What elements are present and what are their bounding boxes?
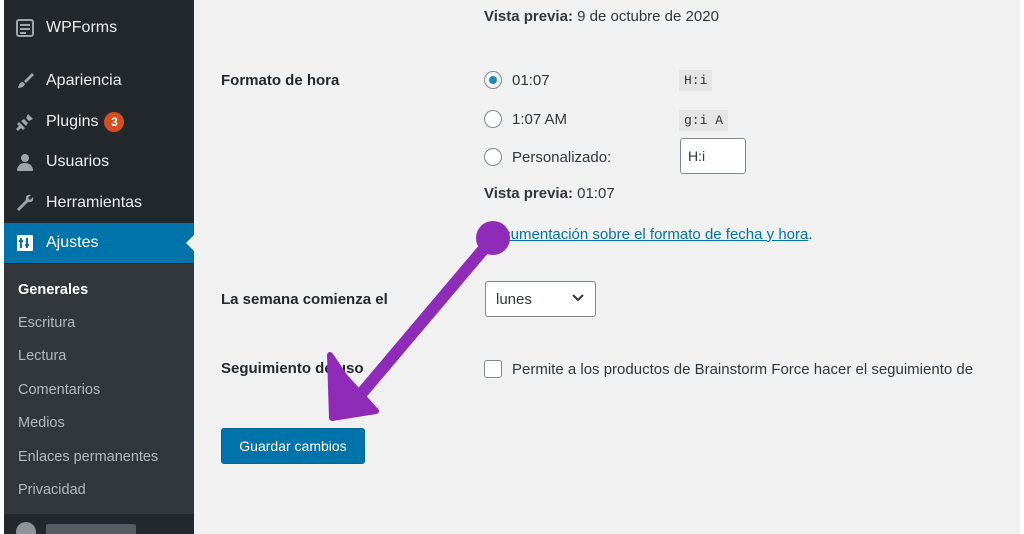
menu-item-plugins[interactable]: Plugins 3 xyxy=(4,102,194,142)
menu-label: WPForms xyxy=(46,19,118,36)
update-count-badge: 3 xyxy=(104,112,125,132)
submenu-item-privacidad[interactable]: Privacidad xyxy=(18,482,86,498)
menu-item-usuarios[interactable]: Usuarios xyxy=(4,142,194,182)
time-format-radio-24h[interactable] xyxy=(484,71,502,89)
time-format-label: Formato de hora xyxy=(221,72,340,89)
week-start-value: lunes xyxy=(496,290,532,308)
menu-item-ajustes[interactable]: Ajustes xyxy=(4,223,194,263)
menu-item-apariencia[interactable]: Apariencia xyxy=(4,61,194,101)
plugin-icon xyxy=(14,111,36,133)
time-format-radio-custom[interactable] xyxy=(484,148,502,166)
submenu-item-enlaces-permanentes[interactable]: Enlaces permanentes xyxy=(18,449,158,465)
paintbrush-icon xyxy=(14,70,36,92)
date-preview: Vista previa: 9 de octubre de 2020 xyxy=(484,8,719,25)
menu-label: Herramientas xyxy=(46,194,143,211)
wpforms-icon xyxy=(14,17,36,39)
chevron-down-icon xyxy=(572,294,584,302)
menu-label: Usuarios xyxy=(46,153,110,170)
time-preview: Vista previa: 01:07 xyxy=(484,185,615,202)
wrench-icon xyxy=(14,192,36,214)
time-format-option-label: 1:07 AM xyxy=(512,111,568,128)
active-indicator xyxy=(186,235,194,251)
time-format-code: g:i A xyxy=(679,110,729,131)
date-time-doc-link[interactable]: Documentación sobre el formato de fecha … xyxy=(484,226,808,243)
save-changes-button[interactable]: Guardar cambios xyxy=(221,428,365,464)
usage-tracking-label: Seguimiento de uso xyxy=(221,360,364,377)
time-format-option-label: 01:07 xyxy=(512,72,550,89)
page-edge xyxy=(1020,0,1024,534)
user-icon xyxy=(14,151,36,173)
doc-link-line: Documentación sobre el formato de fecha … xyxy=(484,226,813,243)
menu-item-wpforms[interactable]: WPForms xyxy=(4,8,194,48)
time-format-radio-12h[interactable] xyxy=(484,110,502,128)
week-start-select[interactable]: lunes xyxy=(485,281,596,317)
menu-label: Ajustes xyxy=(46,234,99,251)
time-format-option-label: Personalizado: xyxy=(512,149,612,166)
cut-off-label xyxy=(46,524,136,534)
settings-main: Vista previa: 9 de octubre de 2020 Forma… xyxy=(194,0,1020,534)
week-start-label: La semana comienza el xyxy=(221,291,388,308)
admin-sidebar: WPForms Apariencia Plugins 3 Usuarios He… xyxy=(4,0,194,534)
submenu-item-lectura[interactable]: Lectura xyxy=(18,348,66,364)
submenu-item-comentarios[interactable]: Comentarios xyxy=(18,382,100,398)
usage-tracking-checkbox[interactable] xyxy=(484,360,502,378)
menu-label: Plugins xyxy=(46,113,99,130)
menu-label: Apariencia xyxy=(46,72,122,89)
submenu-item-generales[interactable]: Generales xyxy=(18,282,88,298)
time-format-code: H:i xyxy=(679,70,713,91)
custom-time-format-input[interactable]: H:i xyxy=(680,138,746,174)
submenu-item-escritura[interactable]: Escritura xyxy=(18,315,75,331)
settings-icon xyxy=(14,232,36,254)
menu-item-herramientas[interactable]: Herramientas xyxy=(4,183,194,223)
submenu-item-medios[interactable]: Medios xyxy=(18,415,65,431)
cut-off-menu-item xyxy=(4,514,194,534)
usage-tracking-text: Permite a los productos de Brainstorm Fo… xyxy=(512,361,974,378)
cut-off-icon xyxy=(16,522,36,534)
settings-submenu: Generales Escritura Lectura Comentarios … xyxy=(4,264,194,514)
